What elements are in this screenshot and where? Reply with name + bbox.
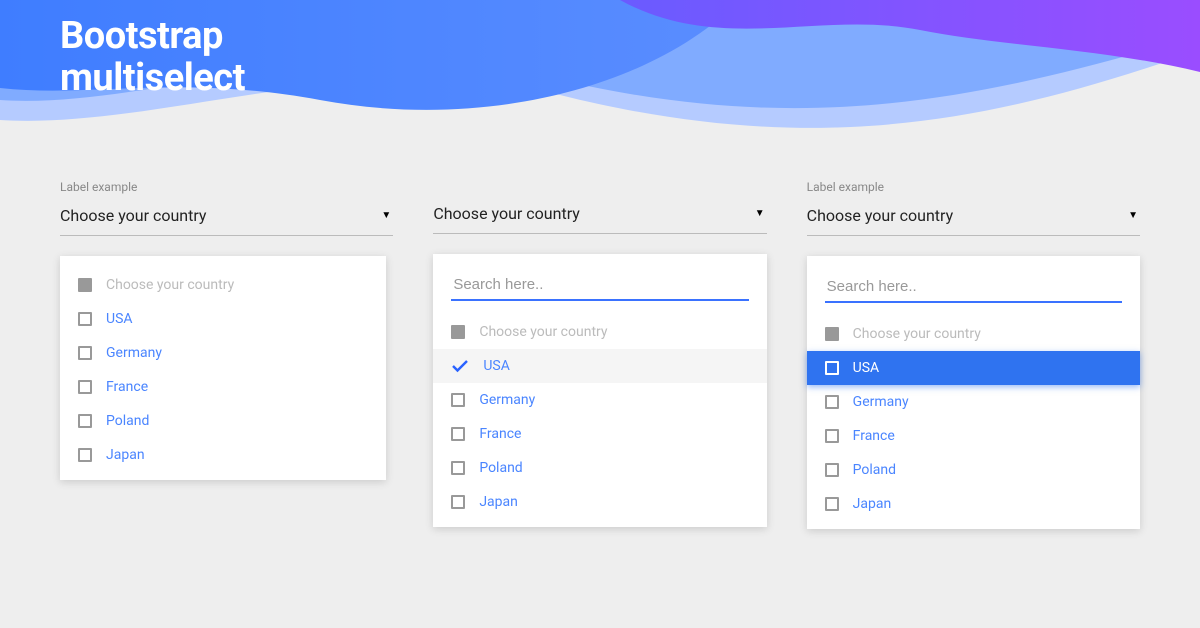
dropdown-panel: Choose your country USA Germany France P… — [60, 256, 386, 480]
option-placeholder[interactable]: Choose your country — [433, 315, 766, 349]
option-label: Germany — [853, 394, 909, 410]
option-label: Poland — [479, 460, 522, 476]
page-title: Bootstrap multiselect — [60, 16, 245, 100]
dropdown-panel: Choose your country USA Germany France — [433, 254, 766, 527]
option-label: Choose your country — [106, 277, 234, 293]
option-item[interactable]: Poland — [60, 404, 386, 438]
option-label: Japan — [106, 447, 145, 463]
search-input[interactable] — [825, 272, 1122, 303]
search-wrap — [433, 266, 766, 315]
checkbox-icon — [451, 495, 465, 509]
select-trigger[interactable]: Choose your country ▼ — [60, 202, 393, 236]
checkbox-icon — [825, 429, 839, 443]
checkbox-icon — [825, 361, 839, 375]
checkmark-icon — [451, 359, 469, 373]
option-item[interactable]: France — [433, 417, 766, 451]
checkbox-icon — [825, 327, 839, 341]
option-label: Japan — [479, 494, 518, 510]
multiselect-search-checked: Choose your country ▼ Choose your countr… — [433, 180, 766, 529]
checkbox-icon — [78, 278, 92, 292]
option-label: Choose your country — [479, 324, 607, 340]
checkbox-icon — [825, 497, 839, 511]
field-label: Label example — [807, 180, 1140, 194]
select-trigger-text: Choose your country — [807, 206, 954, 225]
multiselect-search-highlight: Label example Choose your country ▼ Choo… — [807, 180, 1140, 529]
option-label: USA — [483, 358, 510, 374]
option-item[interactable]: Germany — [433, 383, 766, 417]
field-label: Label example — [60, 180, 393, 194]
option-item[interactable]: France — [807, 419, 1140, 453]
checkbox-icon — [78, 414, 92, 428]
multiselect-basic: Label example Choose your country ▼ Choo… — [60, 180, 393, 529]
select-trigger[interactable]: Choose your country ▼ — [807, 202, 1140, 236]
option-item[interactable]: France — [60, 370, 386, 404]
search-input[interactable] — [451, 270, 748, 301]
option-label: Choose your country — [853, 326, 981, 342]
option-item-selected[interactable]: USA — [433, 349, 766, 383]
select-trigger-text: Choose your country — [60, 206, 207, 225]
checkbox-icon — [451, 427, 465, 441]
checkbox-icon — [451, 325, 465, 339]
dropdown-panel: Choose your country USA Germany France P… — [807, 256, 1140, 529]
checkbox-icon — [451, 393, 465, 407]
option-label: USA — [853, 360, 880, 376]
checkbox-icon — [451, 461, 465, 475]
option-item[interactable]: Japan — [433, 485, 766, 519]
option-label: France — [479, 426, 521, 442]
checkbox-icon — [78, 380, 92, 394]
option-item-highlight[interactable]: USA — [807, 351, 1140, 385]
option-item[interactable]: Japan — [807, 487, 1140, 521]
checkbox-icon — [78, 346, 92, 360]
option-item[interactable]: USA — [60, 302, 386, 336]
checkbox-icon — [78, 448, 92, 462]
option-item[interactable]: Germany — [60, 336, 386, 370]
option-label: France — [106, 379, 148, 395]
select-trigger-text: Choose your country — [433, 204, 580, 223]
checkbox-icon — [825, 395, 839, 409]
option-label: Germany — [479, 392, 535, 408]
option-label: Germany — [106, 345, 162, 361]
checkbox-icon — [825, 463, 839, 477]
option-label: Poland — [106, 413, 149, 429]
option-item[interactable]: Germany — [807, 385, 1140, 419]
search-wrap — [807, 268, 1140, 317]
checkbox-icon — [78, 312, 92, 326]
option-item[interactable]: Poland — [433, 451, 766, 485]
option-placeholder[interactable]: Choose your country — [807, 317, 1140, 351]
option-label: Japan — [853, 496, 892, 512]
select-trigger[interactable]: Choose your country ▼ — [433, 200, 766, 234]
caret-down-icon: ▼ — [1128, 210, 1138, 221]
option-label: France — [853, 428, 895, 444]
option-label: USA — [106, 311, 133, 327]
option-placeholder[interactable]: Choose your country — [60, 268, 386, 302]
option-label: Poland — [853, 462, 896, 478]
caret-down-icon: ▼ — [755, 208, 765, 219]
caret-down-icon: ▼ — [381, 210, 391, 221]
option-item[interactable]: Poland — [807, 453, 1140, 487]
option-item[interactable]: Japan — [60, 438, 386, 472]
